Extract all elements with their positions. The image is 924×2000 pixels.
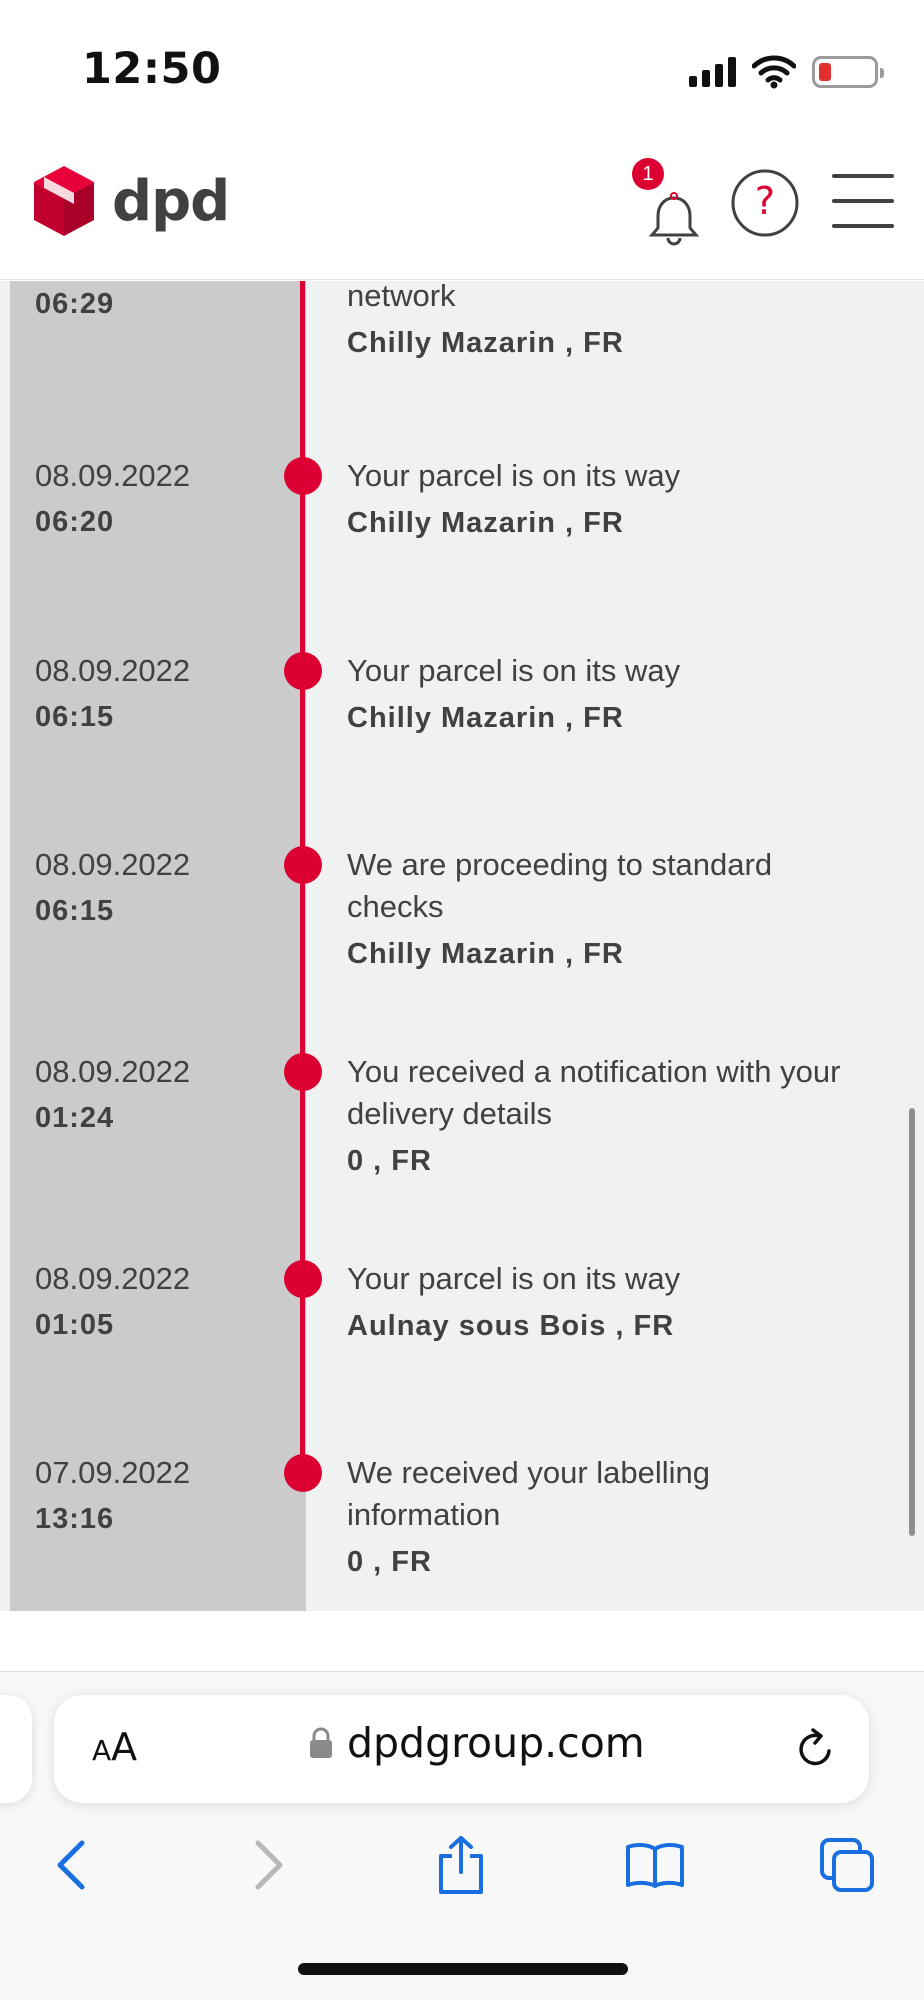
- status-bar: 12:50: [0, 0, 924, 140]
- status-time: 12:50: [82, 44, 222, 94]
- event-details: We are proceeding to standard checks Chi…: [347, 844, 867, 975]
- cellular-signal-icon: [689, 57, 736, 87]
- timeline-dot: [284, 652, 322, 690]
- event-status: We received your labelling information: [347, 1455, 711, 1532]
- event-time: 06:20: [35, 506, 115, 538]
- event-date: 08.09.2022: [35, 1261, 191, 1296]
- event-time: 01:24: [35, 1102, 115, 1134]
- event-date: 07.09.2022: [35, 1455, 191, 1490]
- reader-settings-button[interactable]: AA: [92, 1725, 137, 1769]
- reload-button[interactable]: [791, 1725, 839, 1773]
- logo-text: dpd: [112, 168, 230, 234]
- notifications-button[interactable]: 1: [632, 158, 702, 248]
- event-date: 08.09.2022: [35, 458, 191, 493]
- event-location: 0 , FR: [347, 1546, 432, 1578]
- event-time: 13:16: [35, 1503, 115, 1535]
- event-date: 08.09.2022: [35, 653, 191, 688]
- event-details: network Chilly Mazarin , FR: [347, 281, 867, 364]
- event-location: Chilly Mazarin , FR: [347, 938, 624, 970]
- event-status: Your parcel is on its way: [347, 1261, 681, 1296]
- event-details: We received your labelling information 0…: [347, 1452, 867, 1583]
- share-button[interactable]: [428, 1832, 494, 1898]
- event-time: 01:05: [35, 1309, 115, 1341]
- browser-toolbar: AA dpdgroup.com: [0, 1671, 924, 2000]
- hamburger-menu-icon[interactable]: [832, 170, 894, 232]
- tabs-button[interactable]: [814, 1832, 880, 1898]
- help-symbol: ?: [754, 179, 776, 223]
- event-location: Chilly Mazarin , FR: [347, 702, 624, 734]
- event-status: We are proceeding to standard checks: [347, 847, 773, 924]
- site-header: dpd 1 ?: [0, 140, 924, 280]
- bookmarks-icon: [626, 1842, 684, 1888]
- event-details: You received a notification with your de…: [347, 1051, 867, 1182]
- event-status: Your parcel is on its way: [347, 653, 681, 688]
- event-location: Chilly Mazarin , FR: [347, 327, 624, 359]
- dpd-cube-icon: [34, 166, 94, 236]
- page-scrollbar[interactable]: [909, 1108, 915, 1536]
- forward-icon: [255, 1840, 283, 1890]
- tracking-timeline: 06:29 network Chilly Mazarin , FR 08.09.…: [0, 281, 924, 1611]
- bookmarks-button[interactable]: [622, 1832, 688, 1898]
- back-icon: [57, 1840, 85, 1890]
- timeline-dot: [284, 1260, 322, 1298]
- battery-level: [819, 63, 831, 81]
- reload-icon: [799, 1728, 831, 1766]
- event-details: Your parcel is on its way Aulnay sous Bo…: [347, 1258, 867, 1347]
- wifi-icon: [752, 55, 796, 89]
- timeline-dot: [284, 1053, 322, 1091]
- event-location: Chilly Mazarin , FR: [347, 507, 624, 539]
- battery-icon: [812, 56, 884, 88]
- help-button[interactable]: ?: [730, 168, 800, 238]
- timeline-dot: [284, 457, 322, 495]
- home-indicator[interactable]: [298, 1963, 628, 1975]
- lock-icon: [310, 1727, 332, 1758]
- share-icon: [439, 1836, 483, 1894]
- event-date: 08.09.2022: [35, 847, 191, 882]
- event-location: Aulnay sous Bois , FR: [347, 1310, 675, 1342]
- event-details: Your parcel is on its way Chilly Mazarin…: [347, 455, 867, 544]
- notification-badge: 1: [632, 158, 664, 190]
- tabs-icon: [820, 1838, 874, 1892]
- event-status: network: [347, 281, 456, 313]
- event-details: Your parcel is on its way Chilly Mazarin…: [347, 650, 867, 739]
- event-time: 06:29: [35, 288, 115, 320]
- status-icons: [689, 52, 884, 92]
- address-bar[interactable]: AA dpdgroup.com: [54, 1695, 869, 1803]
- back-button[interactable]: [38, 1832, 104, 1898]
- timeline-dot: [284, 1454, 322, 1492]
- event-time: 06:15: [35, 895, 115, 927]
- event-status: You received a notification with your de…: [347, 1054, 841, 1131]
- url-text: dpdgroup.com: [347, 1719, 645, 1767]
- dpd-logo[interactable]: dpd: [32, 164, 230, 238]
- url-display[interactable]: dpdgroup.com: [309, 1719, 645, 1767]
- browser-nav-toolbar: [0, 1822, 924, 1912]
- timeline-dot: [284, 846, 322, 884]
- forward-button[interactable]: [236, 1832, 302, 1898]
- event-status: Your parcel is on its way: [347, 458, 681, 493]
- previous-tab-preview[interactable]: [0, 1695, 32, 1803]
- event-time: 06:15: [35, 701, 115, 733]
- event-location: 0 , FR: [347, 1145, 432, 1177]
- event-date: 08.09.2022: [35, 1054, 191, 1089]
